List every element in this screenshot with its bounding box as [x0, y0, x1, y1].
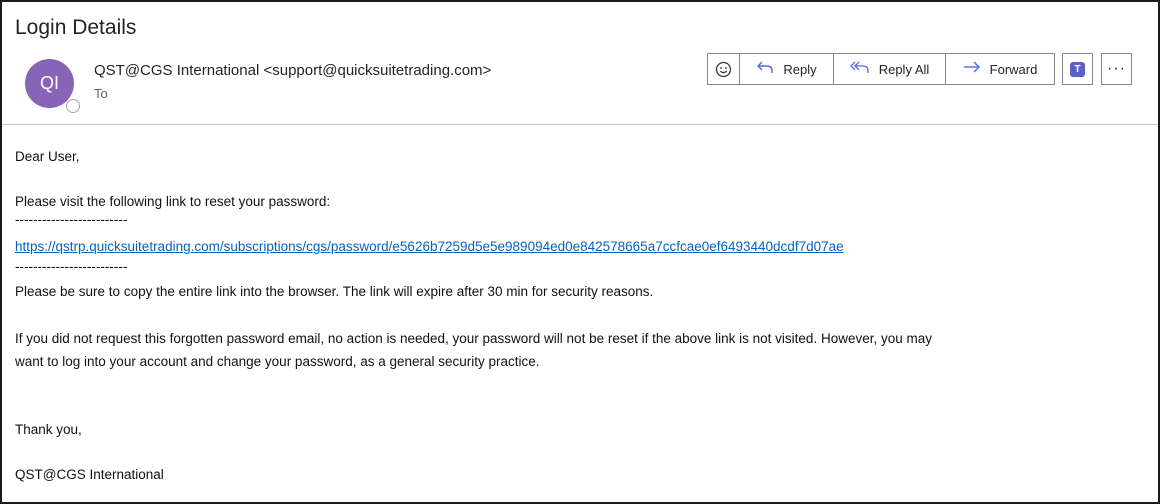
share-to-teams-button[interactable]: T [1062, 53, 1093, 85]
forward-arrow-icon [963, 61, 981, 77]
to-label: To [94, 86, 108, 101]
more-options-icon: ··· [1107, 60, 1126, 77]
reply-all-label: Reply All [878, 61, 930, 77]
greeting: Dear User, [15, 149, 80, 164]
more-actions-button[interactable]: ··· [1101, 53, 1132, 85]
disclaimer-line-2: want to log into your account and change… [15, 354, 540, 369]
sender-initials: QI [39, 73, 59, 93]
sender-name[interactable]: QST@CGS International <support@quicksuit… [94, 62, 491, 79]
email-subject: Login Details [15, 16, 137, 39]
teams-icon: T [1070, 61, 1085, 77]
toolbar-gap [1055, 53, 1062, 85]
smiley-icon [715, 61, 732, 77]
reset-password-link[interactable]: https://qstrp.quicksuitetrading.com/subs… [15, 239, 844, 254]
separator-bottom: ------------------------- [15, 259, 128, 274]
message-actions-toolbar: Reply Reply All Forward T ··· [707, 53, 1132, 85]
separator-top: ------------------------- [15, 212, 128, 227]
email-header: Login Details QI QST@CGS International <… [2, 2, 1158, 125]
expiry-note: Please be sure to copy the entire link i… [15, 284, 654, 299]
forward-button[interactable]: Forward [945, 53, 1055, 85]
closing-thanks: Thank you, [15, 422, 82, 437]
reply-all-arrow-icon [849, 60, 870, 78]
forward-label: Forward [989, 61, 1038, 77]
email-reading-pane: Login Details QI QST@CGS International <… [0, 0, 1160, 504]
reply-button[interactable]: Reply [739, 53, 834, 85]
instruction-text: Please visit the following link to reset… [15, 194, 331, 209]
signature: QST@CGS International [15, 467, 164, 482]
reply-label: Reply [783, 61, 817, 77]
emoji-reaction-button[interactable] [707, 53, 740, 85]
disclaimer-line-1: If you did not request this forgotten pa… [15, 331, 932, 346]
reply-arrow-icon [756, 60, 774, 78]
presence-status-icon [66, 99, 80, 113]
reply-all-button[interactable]: Reply All [833, 53, 946, 85]
